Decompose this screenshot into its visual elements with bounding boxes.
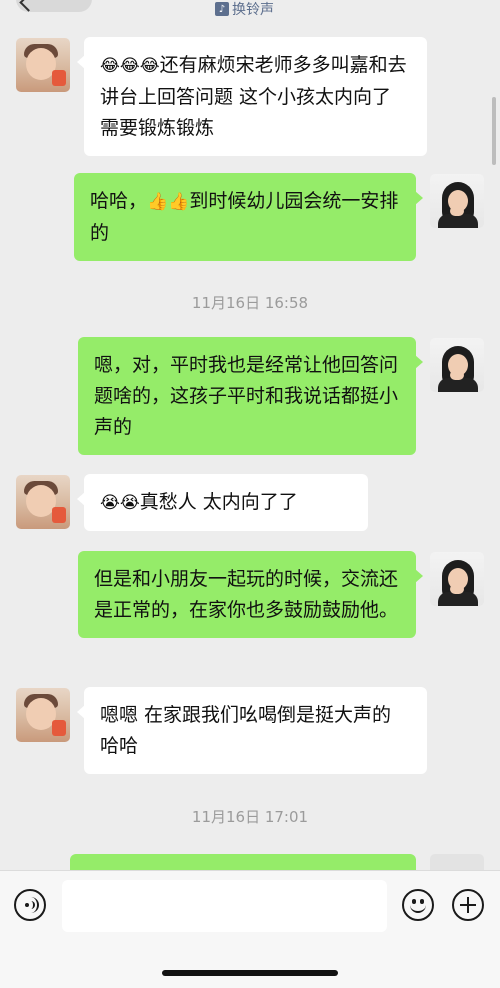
- emoji-thumbs-up: 👍👍: [147, 192, 190, 212]
- ringtone-label: 换铃声: [232, 2, 274, 18]
- top-bar: ♪ 换铃声: [0, 0, 500, 22]
- emoji-loud-cry: 😭😭: [100, 493, 140, 513]
- message-text: 但是和小朋友一起玩的时候，交流还是正常的，在家你也多鼓励鼓励他。: [94, 568, 399, 621]
- message-bubble-incoming[interactable]: 嗯嗯 在家跟我们吆喝倒是挺大声的 哈哈: [77, 687, 427, 774]
- message-bubble-outgoing[interactable]: 嗯，对，平时我也是经常让他回答问题啥的，这孩子平时和我说话都挺小声的: [78, 337, 423, 455]
- message-bubble-outgoing[interactable]: 但是和小朋友一起玩的时候，交流还是正常的，在家你也多鼓励鼓励他。: [78, 551, 423, 638]
- message-text: 真愁人 太内向了了: [139, 491, 298, 513]
- message-input[interactable]: [62, 880, 387, 932]
- plus-icon[interactable]: [452, 889, 484, 921]
- home-indicator[interactable]: [162, 970, 338, 976]
- scrollbar[interactable]: [492, 97, 496, 165]
- contact-avatar[interactable]: [16, 475, 70, 529]
- message-text: 嗯嗯 在家跟我们吆喝倒是挺大声的 哈哈: [100, 704, 392, 757]
- message-bubble-incoming[interactable]: 😭😭真愁人 太内向了了: [77, 474, 368, 531]
- timestamp: 11月16日 17:01: [191, 808, 309, 826]
- ringtone-button[interactable]: ♪ 换铃声: [215, 0, 274, 18]
- contact-avatar[interactable]: [16, 38, 70, 92]
- emoji-icon[interactable]: [402, 889, 434, 921]
- message-bubble-outgoing[interactable]: 哈哈，👍👍到时候幼儿园会统一安排的: [74, 173, 423, 261]
- message-text: 嗯，对，平时我也是经常让他回答问题啥的，这孩子平时和我说话都挺小声的: [94, 354, 399, 438]
- message-text-prefix: 哈哈，: [90, 190, 148, 212]
- my-avatar[interactable]: [430, 552, 484, 606]
- my-avatar[interactable]: [430, 174, 484, 228]
- timestamp: 11月16日 16:58: [191, 294, 309, 312]
- my-avatar[interactable]: [430, 338, 484, 392]
- ringtone-icon: ♪: [215, 2, 229, 16]
- contact-avatar[interactable]: [16, 688, 70, 742]
- message-bubble-incoming[interactable]: 😂😂😂还有麻烦宋老师多多叫嘉和去讲台上回答问题 这个小孩太内向了 需要锻炼锻炼: [77, 37, 427, 156]
- voice-icon[interactable]: [14, 889, 46, 921]
- emoji-laugh-cry: 😂😂😂: [100, 56, 160, 76]
